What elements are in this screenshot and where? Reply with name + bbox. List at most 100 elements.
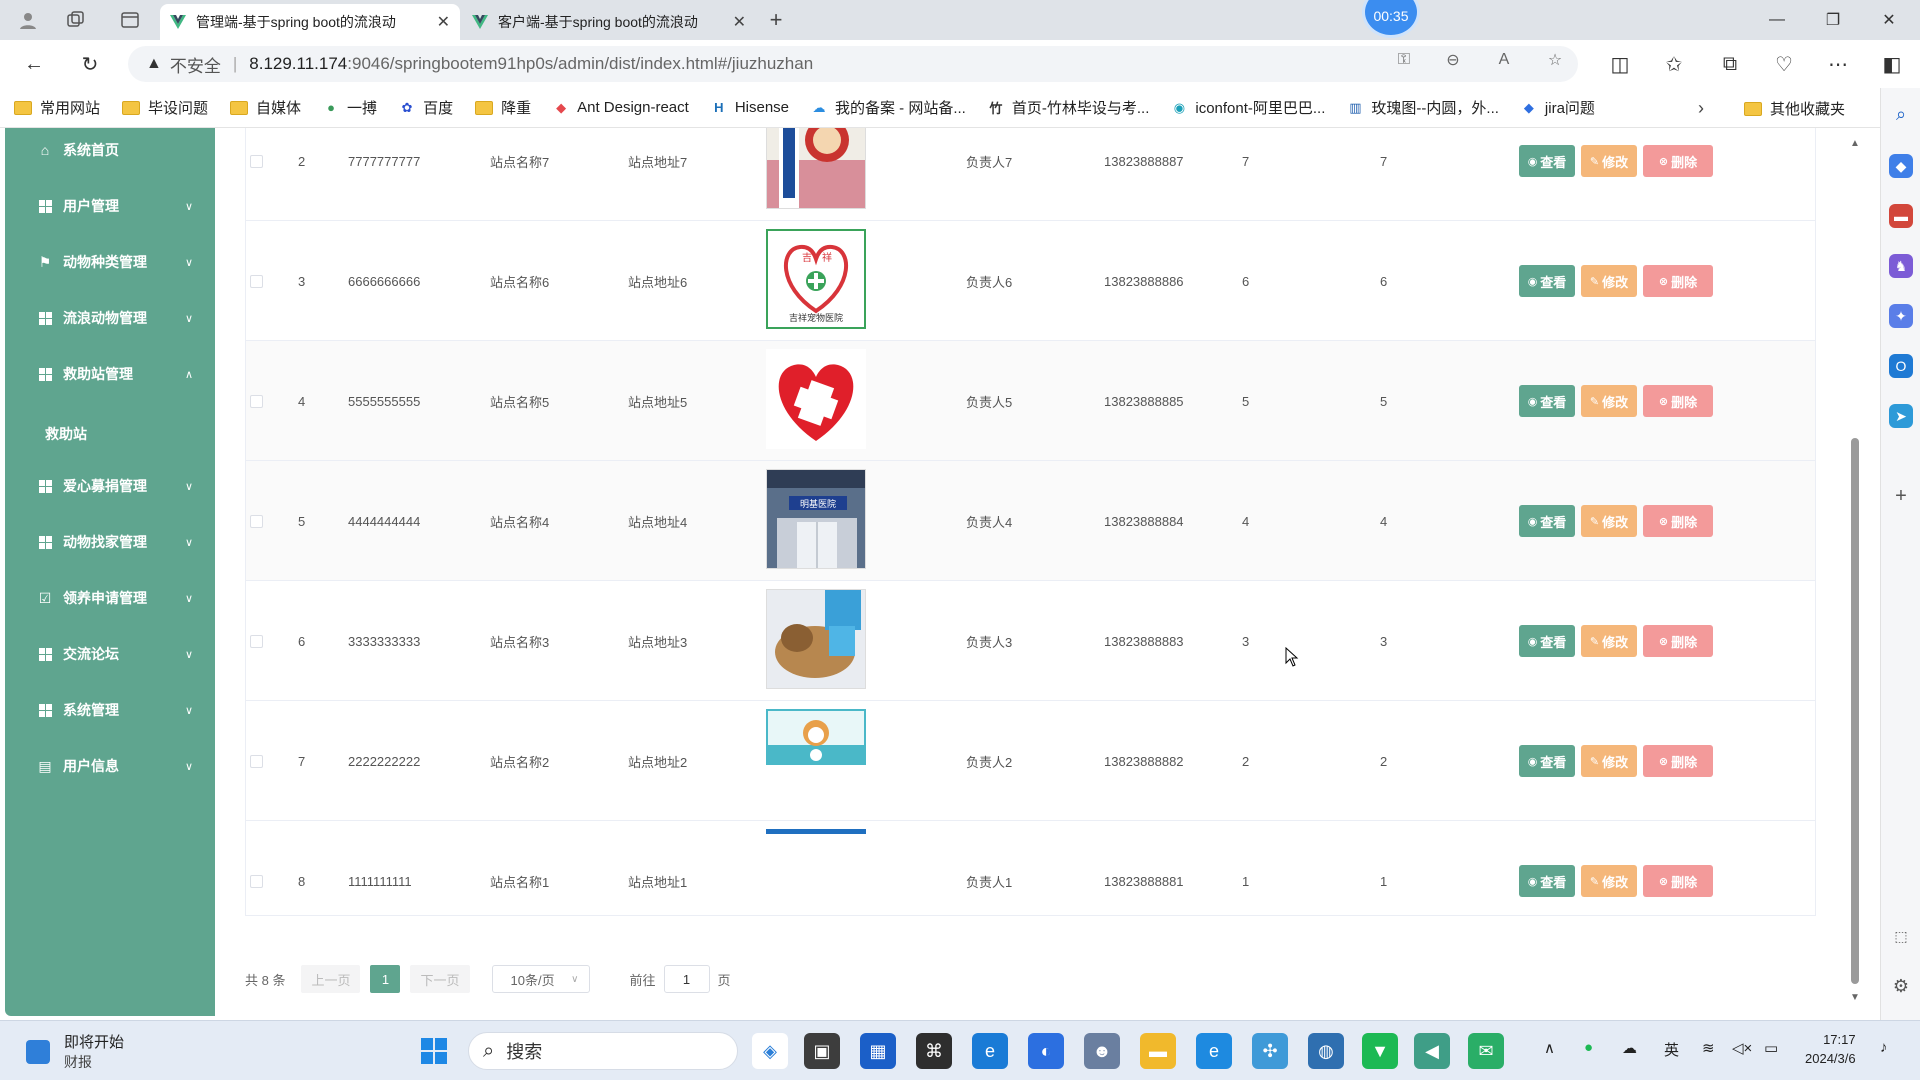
delete-button[interactable]: ⊗ 删除 xyxy=(1643,625,1713,657)
bookmark-link[interactable]: ● 一搏 xyxy=(323,97,377,118)
view-button[interactable]: ◉ 查看 xyxy=(1519,385,1575,417)
bookmark-link[interactable]: 竹首页-竹林毕设与考... xyxy=(988,97,1149,118)
more-icon[interactable]: ⋯ xyxy=(1824,50,1852,78)
row-checkbox[interactable] xyxy=(250,874,263,888)
store-icon[interactable]: ▦ xyxy=(860,1033,896,1069)
bookmark-link[interactable]: ◉ iconfont-阿里巴巴... xyxy=(1171,97,1326,118)
tag-icon[interactable]: ◆ xyxy=(1889,154,1913,178)
search-icon[interactable]: ⌕ xyxy=(1889,102,1913,126)
bookmark-folder[interactable]: 常用网站 xyxy=(14,97,100,118)
view-button[interactable]: ◉ 查看 xyxy=(1519,505,1575,537)
menu-item-forum[interactable]: 交流论坛 ∨ xyxy=(5,634,215,674)
restore-icon[interactable]: ❐ xyxy=(1810,6,1856,34)
settings-icon[interactable]: ⚙ xyxy=(1889,974,1913,998)
bookmark-folder[interactable]: 降重 xyxy=(475,97,531,118)
row-checkbox[interactable] xyxy=(250,394,263,408)
menu-item-donations[interactable]: 爱心募捐管理 ∨ xyxy=(5,466,215,506)
menu-item-system[interactable]: 系统管理 ∨ xyxy=(5,690,215,730)
network-app-icon[interactable]: ✣ xyxy=(1252,1033,1288,1069)
view-button[interactable]: ◉ 查看 xyxy=(1519,625,1575,657)
tab-actions-icon[interactable] xyxy=(116,6,144,34)
bookmark-link[interactable]: ◆ jira问题 xyxy=(1521,97,1595,118)
page-number-current[interactable]: 1 xyxy=(370,965,401,993)
row-checkbox[interactable] xyxy=(250,274,263,288)
prev-page-button[interactable]: 上一页 xyxy=(301,965,361,993)
shopping-icon[interactable]: ▬ xyxy=(1889,204,1913,228)
collections-icon[interactable]: ⧉ xyxy=(1716,50,1744,78)
ime-indicator[interactable]: 英 xyxy=(1664,1039,1679,1060)
favorite-star-icon[interactable]: ☆ xyxy=(1544,49,1566,71)
scroll-up-icon[interactable]: ▲ xyxy=(1850,138,1860,149)
edit-button[interactable]: ✎ 修改 xyxy=(1581,145,1637,177)
tray-overflow-icon[interactable]: ∧ xyxy=(1544,1039,1555,1057)
bookmark-link[interactable]: ◆ Ant Design-react xyxy=(553,99,689,116)
url-input[interactable]: ▲ 不安全 | 8.129.11.174 :9046/springbootem9… xyxy=(128,46,1578,82)
tab-client[interactable]: 客户端-基于spring boot的流浪动 ✕ xyxy=(462,4,756,40)
other-bookmarks[interactable]: 其他收藏夹 xyxy=(1744,98,1845,119)
send-icon[interactable]: ➤ xyxy=(1889,404,1913,428)
edit-button[interactable]: ✎ 修改 xyxy=(1581,865,1637,897)
taskbar-search[interactable]: ⌕ 搜索 xyxy=(468,1032,738,1070)
new-tab-icon[interactable]: + xyxy=(762,6,790,34)
menu-item-rescue-stations[interactable]: 救助站管理 ∧ xyxy=(5,354,215,394)
reload-icon[interactable]: ↻ xyxy=(76,50,104,78)
cloud-tray-icon[interactable]: ☁ xyxy=(1622,1039,1637,1057)
menu-item-find-home[interactable]: 动物找家管理 ∨ xyxy=(5,522,215,562)
close-tab-icon[interactable]: ✕ xyxy=(733,12,746,32)
zoom-icon[interactable]: ⊖ xyxy=(1442,49,1464,71)
read-aloud-icon[interactable]: A xyxy=(1493,49,1515,71)
favorites-icon[interactable]: ✩ xyxy=(1660,50,1688,78)
delete-button[interactable]: ⊗ 删除 xyxy=(1643,265,1713,297)
profile-icon[interactable] xyxy=(14,6,42,34)
wechat-icon[interactable]: ✉ xyxy=(1468,1033,1504,1069)
back-icon[interactable]: ← xyxy=(20,50,48,78)
window-close-icon[interactable]: ✕ xyxy=(1866,6,1912,34)
menu-item-user-info[interactable]: ▤ 用户信息 ∨ xyxy=(5,746,215,786)
tab-admin[interactable]: 管理端-基于spring boot的流浪动 ✕ xyxy=(160,4,460,40)
goto-page-input[interactable] xyxy=(663,965,710,993)
bookmark-folder[interactable]: 自媒体 xyxy=(230,97,301,118)
scrollbar-thumb[interactable] xyxy=(1851,438,1859,984)
volume-muted-icon[interactable]: ◁× xyxy=(1732,1039,1752,1057)
copilot-icon[interactable]: ✦ xyxy=(1889,304,1913,328)
split-screen-icon[interactable]: ◫ xyxy=(1606,50,1634,78)
edge-icon[interactable]: e xyxy=(972,1033,1008,1069)
bookmark-link[interactable]: H Hisense xyxy=(711,99,789,116)
menu-item-adoption[interactable]: ☑ 领养申请管理 ∨ xyxy=(5,578,215,618)
screenshot-icon[interactable]: ⬚ xyxy=(1889,924,1913,948)
menu-item-home[interactable]: ⌂ 系统首页 xyxy=(5,130,215,170)
ie-icon[interactable]: e xyxy=(1196,1033,1232,1069)
outlook-icon[interactable]: O xyxy=(1889,354,1913,378)
delete-button[interactable]: ⊗ 删除 xyxy=(1643,385,1713,417)
row-checkbox[interactable] xyxy=(250,514,263,528)
delete-button[interactable]: ⊗ 删除 xyxy=(1643,145,1713,177)
view-button[interactable]: ◉ 查看 xyxy=(1519,745,1575,777)
wechat-tray-icon[interactable]: ● xyxy=(1584,1039,1593,1056)
add-icon[interactable]: + xyxy=(1889,484,1913,508)
close-tab-icon[interactable]: ✕ xyxy=(437,12,450,32)
clock[interactable]: 17:17 2024/3/6 xyxy=(1805,1030,1856,1068)
edit-button[interactable]: ✎ 修改 xyxy=(1581,745,1637,777)
vue-app-icon[interactable]: ◀ xyxy=(1414,1033,1450,1069)
view-button[interactable]: ◉ 查看 xyxy=(1519,145,1575,177)
delete-button[interactable]: ⊗ 删除 xyxy=(1643,745,1713,777)
menu-item-users[interactable]: 用户管理 ∨ xyxy=(5,186,215,226)
copilot-icon[interactable]: ◈ xyxy=(752,1033,788,1069)
vertical-scrollbar[interactable]: ▲ ▼ xyxy=(1848,128,1862,1008)
key-icon[interactable]: ⚿ xyxy=(1393,49,1415,71)
bookmarks-overflow-icon[interactable]: › xyxy=(1698,98,1704,119)
scroll-down-icon[interactable]: ▼ xyxy=(1850,992,1860,1003)
edit-button[interactable]: ✎ 修改 xyxy=(1581,265,1637,297)
row-checkbox[interactable] xyxy=(250,754,263,768)
browser-essentials-icon[interactable]: ♡ xyxy=(1770,50,1798,78)
bookmark-folder[interactable]: 毕设问题 xyxy=(122,97,208,118)
edit-button[interactable]: ✎ 修改 xyxy=(1581,505,1637,537)
bookmark-link[interactable]: ✿ 百度 xyxy=(399,97,453,118)
widgets-button[interactable]: 即将开始 财报 xyxy=(26,1031,124,1072)
bookmark-link[interactable]: ▥ 玫瑰图--内圆，外... xyxy=(1347,97,1499,118)
chat-app-icon[interactable]: ◐ xyxy=(1028,1033,1064,1069)
menu-item-animal-types[interactable]: ⚑ 动物种类管理 ∨ xyxy=(5,242,215,282)
dev-tool-icon[interactable]: ⌘ xyxy=(916,1033,952,1069)
menu-item-stray-animals[interactable]: 流浪动物管理 ∨ xyxy=(5,298,215,338)
task-view-icon[interactable]: ▣ xyxy=(804,1033,840,1069)
